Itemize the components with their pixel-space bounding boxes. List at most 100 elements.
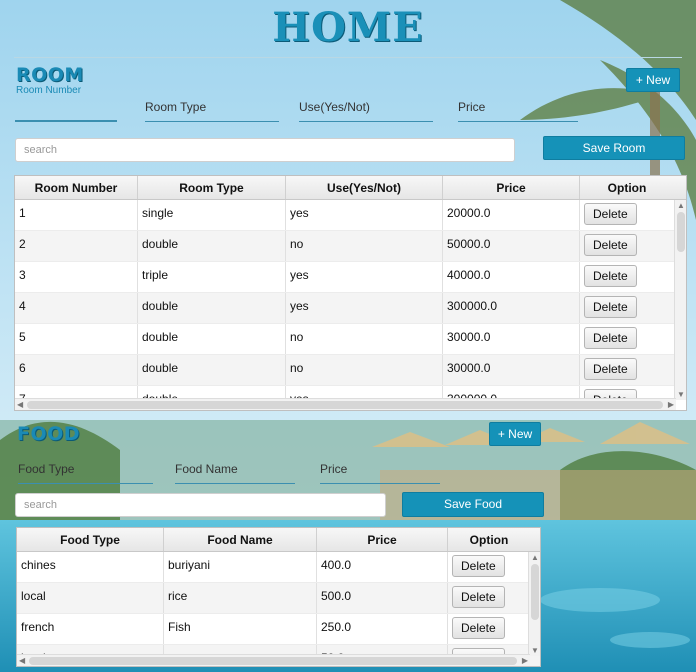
delete-button[interactable]: Delete	[584, 327, 637, 349]
room-col-option[interactable]: Option	[580, 176, 674, 199]
save-room-button[interactable]: Save Room	[543, 136, 685, 160]
room-col-type[interactable]: Room Type	[138, 176, 286, 199]
room-cell: 6	[15, 355, 138, 385]
new-food-button[interactable]: + New	[489, 422, 541, 446]
room-cell: single	[138, 200, 286, 230]
room-table-row[interactable]: 6 double no 30000.0 Delete	[15, 355, 686, 386]
room-table-horizontal-scrollbar[interactable]: ◀ ▶	[15, 398, 676, 410]
room-cell: double	[138, 293, 286, 323]
room-cell: triple	[138, 262, 286, 292]
room-cell: yes	[286, 200, 443, 230]
room-option-cell: Delete	[580, 200, 674, 230]
room-option-cell: Delete	[580, 262, 674, 292]
room-cell: 3	[15, 262, 138, 292]
food-name-input[interactable]: Food Name	[175, 462, 295, 484]
scroll-up-arrow-icon[interactable]: ▲	[677, 201, 685, 210]
food-col-name[interactable]: Food Name	[164, 528, 317, 551]
food-cell: chines	[17, 552, 164, 582]
room-type-input[interactable]: Room Type	[145, 100, 279, 122]
room-cell: no	[286, 231, 443, 261]
new-room-button[interactable]: + New	[626, 68, 680, 92]
food-cell: 400.0	[317, 552, 448, 582]
room-cell: yes	[286, 293, 443, 323]
room-cell: 50000.0	[443, 231, 580, 261]
food-type-input[interactable]: Food Type	[18, 462, 153, 484]
delete-button[interactable]: Delete	[584, 234, 637, 256]
room-table-vertical-scrollbar[interactable]: ▲ ▼	[674, 200, 686, 400]
scroll-left-arrow-icon[interactable]: ◀	[17, 400, 23, 409]
food-cell: local	[17, 583, 164, 613]
room-cell: no	[286, 355, 443, 385]
room-cell: 4	[15, 293, 138, 323]
scroll-left-arrow-icon[interactable]: ◀	[19, 656, 25, 665]
food-price-input[interactable]: Price	[320, 462, 440, 484]
scroll-up-arrow-icon[interactable]: ▲	[531, 553, 539, 562]
food-cell: buriyani	[164, 552, 317, 582]
food-option-cell: Delete	[448, 583, 530, 613]
room-search-input[interactable]: search	[15, 138, 515, 162]
room-section-title: ROOM	[16, 64, 84, 86]
room-cell: yes	[286, 262, 443, 292]
delete-button[interactable]: Delete	[584, 203, 637, 225]
food-table-header: Food Type Food Name Price Option	[17, 528, 540, 552]
food-col-price[interactable]: Price	[317, 528, 448, 551]
header-divider	[14, 57, 682, 58]
room-table-row[interactable]: 4 double yes 300000.0 Delete	[15, 293, 686, 324]
room-col-use[interactable]: Use(Yes/Not)	[286, 176, 443, 199]
room-cell: 1	[15, 200, 138, 230]
room-cell: double	[138, 324, 286, 354]
room-hscroll-thumb[interactable]	[27, 401, 663, 409]
food-cell: french	[17, 614, 164, 644]
scroll-down-arrow-icon[interactable]: ▼	[531, 646, 539, 655]
room-cell: 20000.0	[443, 200, 580, 230]
food-table: Food Type Food Name Price Option chines b…	[16, 527, 541, 667]
room-table-row[interactable]: 3 triple yes 40000.0 Delete	[15, 262, 686, 293]
delete-button[interactable]: Delete	[452, 555, 505, 577]
room-number-input[interactable]	[15, 98, 117, 122]
scroll-right-arrow-icon[interactable]: ▶	[522, 656, 528, 665]
delete-button[interactable]: Delete	[584, 265, 637, 287]
food-table-row[interactable]: local rice 500.0 Delete	[17, 583, 540, 614]
delete-button[interactable]: Delete	[452, 586, 505, 608]
room-cell: 5	[15, 324, 138, 354]
room-option-cell: Delete	[580, 324, 674, 354]
food-section-title: FOOD	[17, 423, 81, 445]
food-cell: rice	[164, 583, 317, 613]
room-table-header: Room Number Room Type Use(Yes/Not) Price…	[15, 176, 686, 200]
food-col-option[interactable]: Option	[448, 528, 530, 551]
room-cell: 2	[15, 231, 138, 261]
food-vscroll-thumb[interactable]	[531, 564, 539, 620]
room-price-input[interactable]: Price	[458, 100, 578, 122]
scroll-down-arrow-icon[interactable]: ▼	[677, 390, 685, 399]
room-cell: double	[138, 355, 286, 385]
room-cell: 300000.0	[443, 293, 580, 323]
delete-button[interactable]: Delete	[452, 617, 505, 639]
page-title: HOME	[272, 4, 424, 51]
food-table-row[interactable]: chines buriyani 400.0 Delete	[17, 552, 540, 583]
food-col-type[interactable]: Food Type	[17, 528, 164, 551]
delete-button[interactable]: Delete	[584, 296, 637, 318]
room-table-row[interactable]: 2 double no 50000.0 Delete	[15, 231, 686, 262]
room-cell: 30000.0	[443, 324, 580, 354]
food-option-cell: Delete	[448, 552, 530, 582]
room-table-row[interactable]: 1 single yes 20000.0 Delete	[15, 200, 686, 231]
save-food-button[interactable]: Save Food	[402, 492, 544, 517]
food-search-input[interactable]: search	[15, 493, 386, 517]
food-table-horizontal-scrollbar[interactable]: ◀ ▶	[17, 654, 530, 666]
room-vscroll-thumb[interactable]	[677, 212, 685, 252]
room-col-price[interactable]: Price	[443, 176, 580, 199]
room-number-label: Room Number	[16, 85, 82, 96]
room-table: Room Number Room Type Use(Yes/Not) Price…	[14, 175, 687, 411]
food-table-row[interactable]: french Fish 250.0 Delete	[17, 614, 540, 645]
delete-button[interactable]: Delete	[584, 358, 637, 380]
room-cell: 40000.0	[443, 262, 580, 292]
food-cell: 250.0	[317, 614, 448, 644]
room-table-row[interactable]: 5 double no 30000.0 Delete	[15, 324, 686, 355]
food-hscroll-thumb[interactable]	[29, 657, 517, 665]
scroll-right-arrow-icon[interactable]: ▶	[668, 400, 674, 409]
room-use-input[interactable]: Use(Yes/Not)	[299, 100, 433, 122]
food-table-vertical-scrollbar[interactable]: ▲ ▼	[528, 552, 540, 656]
room-col-number[interactable]: Room Number	[15, 176, 138, 199]
room-cell: 30000.0	[443, 355, 580, 385]
food-option-cell: Delete	[448, 614, 530, 644]
